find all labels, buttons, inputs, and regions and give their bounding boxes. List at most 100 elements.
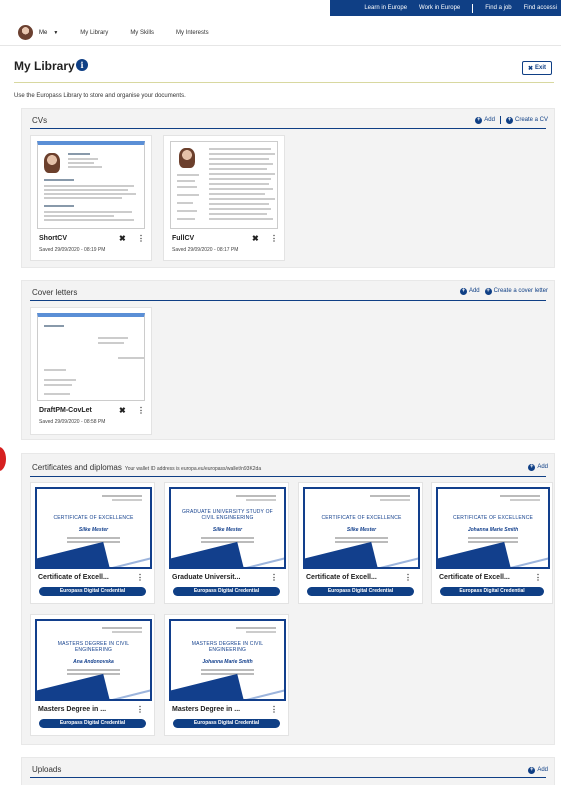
certificate-name: Masters Degree in ... — [38, 706, 107, 713]
certificate-card[interactable]: CERTIFICATE OF EXCELLENCE Johanna Marie … — [431, 482, 553, 604]
certificate-holder: Silke Mester — [346, 527, 377, 533]
cover-letters-actions: + Add + Create a cover letter — [459, 288, 548, 295]
alert-marker — [0, 447, 6, 471]
uploads-actions: + Add — [528, 767, 548, 774]
certificate-title: CERTIFICATE OF EXCELLENCE — [452, 515, 534, 521]
more-options-icon[interactable]: ⋮ — [136, 705, 144, 714]
top-link-find-job[interactable]: Find a job — [485, 5, 511, 11]
exit-button[interactable]: ✖ Exit — [522, 61, 552, 75]
certificates-section: Certificates and diplomas Your wallet ID … — [21, 453, 555, 745]
plus-icon: + — [484, 288, 492, 295]
more-options-icon[interactable]: ⋮ — [534, 573, 542, 582]
certificate-title: CERTIFICATE OF EXCELLENCE — [321, 515, 402, 521]
nav-my-skills[interactable]: My Skills — [130, 30, 154, 36]
close-icon: ✖ — [527, 65, 533, 72]
certificate-thumbnail: MASTERS DEGREE IN CIVIL ENGINEERING Joha… — [169, 619, 286, 701]
certificate-thumbnail: CERTIFICATE OF EXCELLENCE Johanna Marie … — [436, 487, 550, 569]
cvs-section-title: CVs — [32, 116, 48, 125]
cover-letter-add-button[interactable]: + Add — [459, 288, 480, 295]
top-link-learn[interactable]: Learn in Europe — [364, 5, 407, 11]
section-divider — [30, 476, 546, 477]
digital-credential-badge: Europass Digital Credential — [173, 587, 280, 596]
create-cover-letter-button[interactable]: + Create a cover letter — [484, 288, 548, 295]
certificate-card[interactable]: CERTIFICATE OF EXCELLENCE Silke Mester C… — [30, 482, 155, 604]
certificate-name: Certificate of Excell... — [38, 574, 109, 581]
more-options-icon[interactable]: ⋮ — [404, 573, 412, 582]
top-bar: Learn in Europe Work in Europe Find a jo… — [0, 0, 561, 16]
avatar — [18, 25, 33, 40]
cv-photo — [44, 153, 60, 173]
cv-card[interactable]: FullCV ✖ ⋮ Saved 29/09/2020 - 08:17 PM — [163, 135, 285, 261]
plus-icon: + — [505, 116, 513, 124]
top-links-bar: Learn in Europe Work in Europe Find a jo… — [330, 0, 561, 16]
cv-name: FullCV — [172, 235, 195, 242]
plus-icon: + — [528, 767, 536, 774]
page-header: My Library i ✖ Exit — [0, 52, 561, 82]
intro-text: Use the Europass Library to store and or… — [14, 93, 186, 99]
header-divider — [14, 82, 554, 83]
more-options-icon[interactable]: ⋮ — [137, 234, 145, 243]
plus-icon: + — [459, 288, 467, 295]
action-divider — [499, 116, 501, 124]
cvs-add-button[interactable]: + Add — [475, 116, 495, 124]
section-divider — [30, 777, 546, 778]
certificate-thumbnail: CERTIFICATE OF EXCELLENCE Silke Mester — [35, 487, 152, 569]
nav-my-library[interactable]: My Library — [80, 30, 108, 36]
exit-label: Exit — [535, 65, 547, 71]
certificate-holder: Johanna Marie Smith — [202, 659, 253, 665]
certificate-card[interactable]: GRADUATE UNIVERSITY STUDY OF CIVIL ENGIN… — [164, 482, 289, 604]
expand-icon[interactable]: ✖ — [252, 234, 259, 243]
uploads-add-button[interactable]: + Add — [528, 767, 548, 774]
cv-thumbnail — [37, 141, 145, 229]
certificates-actions: + Add — [528, 464, 548, 471]
top-link-divider — [472, 3, 474, 13]
cvs-actions: + Add + Create a CV — [475, 116, 548, 124]
certificate-title: MASTERS DEGREE IN CIVIL ENGINEERING — [57, 641, 130, 653]
more-options-icon[interactable]: ⋮ — [270, 705, 278, 714]
certificate-thumbnail: MASTERS DEGREE IN CIVIL ENGINEERING Ana … — [35, 619, 152, 701]
user-menu[interactable]: Me ▼ — [18, 25, 58, 40]
cover-letter-name: DraftPM-CovLet — [39, 407, 92, 414]
certificate-name: Masters Degree in ... — [172, 706, 241, 713]
top-link-work[interactable]: Work in Europe — [419, 5, 460, 11]
certificates-add-button[interactable]: + Add — [528, 464, 548, 471]
cv-card[interactable]: ShortCV ✖ ⋮ Saved 29/09/2020 - 08:19 PM — [30, 135, 152, 261]
top-link-find-access[interactable]: Find accessi — [524, 5, 557, 11]
certificate-holder: Johanna Marie Smith — [467, 527, 519, 533]
section-divider — [30, 300, 546, 301]
nav-my-interests[interactable]: My Interests — [176, 30, 209, 36]
info-icon[interactable]: i — [76, 59, 88, 71]
uploads-section-title: Uploads — [32, 765, 62, 774]
digital-credential-badge: Europass Digital Credential — [39, 719, 146, 728]
cover-letter-saved-date: Saved 29/09/2020 - 08:58 PM — [39, 419, 106, 425]
more-options-icon[interactable]: ⋮ — [270, 573, 278, 582]
cover-letter-card[interactable]: DraftPM-CovLet ✖ ⋮ Saved 29/09/2020 - 08… — [30, 307, 152, 435]
certificate-card[interactable]: MASTERS DEGREE IN CIVIL ENGINEERING Joha… — [164, 614, 289, 736]
certificate-title: CERTIFICATE OF EXCELLENCE — [53, 515, 134, 521]
certificate-card[interactable]: CERTIFICATE OF EXCELLENCE Silke Mester C… — [298, 482, 423, 604]
expand-icon[interactable]: ✖ — [119, 234, 126, 243]
certificate-card[interactable]: MASTERS DEGREE IN CIVIL ENGINEERING Ana … — [30, 614, 155, 736]
more-options-icon[interactable]: ⋮ — [136, 573, 144, 582]
cover-letters-section: Cover letters + Add + Create a cover lette… — [21, 280, 555, 440]
digital-credential-badge: Europass Digital Credential — [440, 587, 544, 596]
cv-name: ShortCV — [39, 235, 67, 242]
certificate-title: MASTERS DEGREE IN CIVIL ENGINEERING — [191, 641, 264, 653]
certificate-holder: Silke Mester — [212, 527, 243, 533]
wallet-id-note: Your wallet ID address is europa.eu/euro… — [124, 466, 262, 472]
expand-icon[interactable]: ✖ — [119, 406, 126, 415]
certificate-holder: Silke Mester — [78, 527, 109, 533]
section-divider — [30, 128, 546, 129]
cv-saved-date: Saved 29/09/2020 - 08:17 PM — [172, 247, 239, 253]
plus-icon: + — [528, 464, 536, 471]
certificate-thumbnail: CERTIFICATE OF EXCELLENCE Silke Mester — [303, 487, 420, 569]
user-nav: Me ▼ My Library My Skills My Interests — [0, 20, 561, 46]
create-cv-button[interactable]: + Create a CV — [505, 116, 548, 124]
certificate-name: Graduate Universit... — [172, 574, 241, 581]
digital-credential-badge: Europass Digital Credential — [173, 719, 280, 728]
more-options-icon[interactable]: ⋮ — [270, 234, 278, 243]
user-menu-label: Me — [39, 29, 48, 36]
plus-icon: + — [475, 116, 483, 124]
more-options-icon[interactable]: ⋮ — [137, 406, 145, 415]
certificate-holder: Ana Andonovska — [73, 659, 114, 665]
